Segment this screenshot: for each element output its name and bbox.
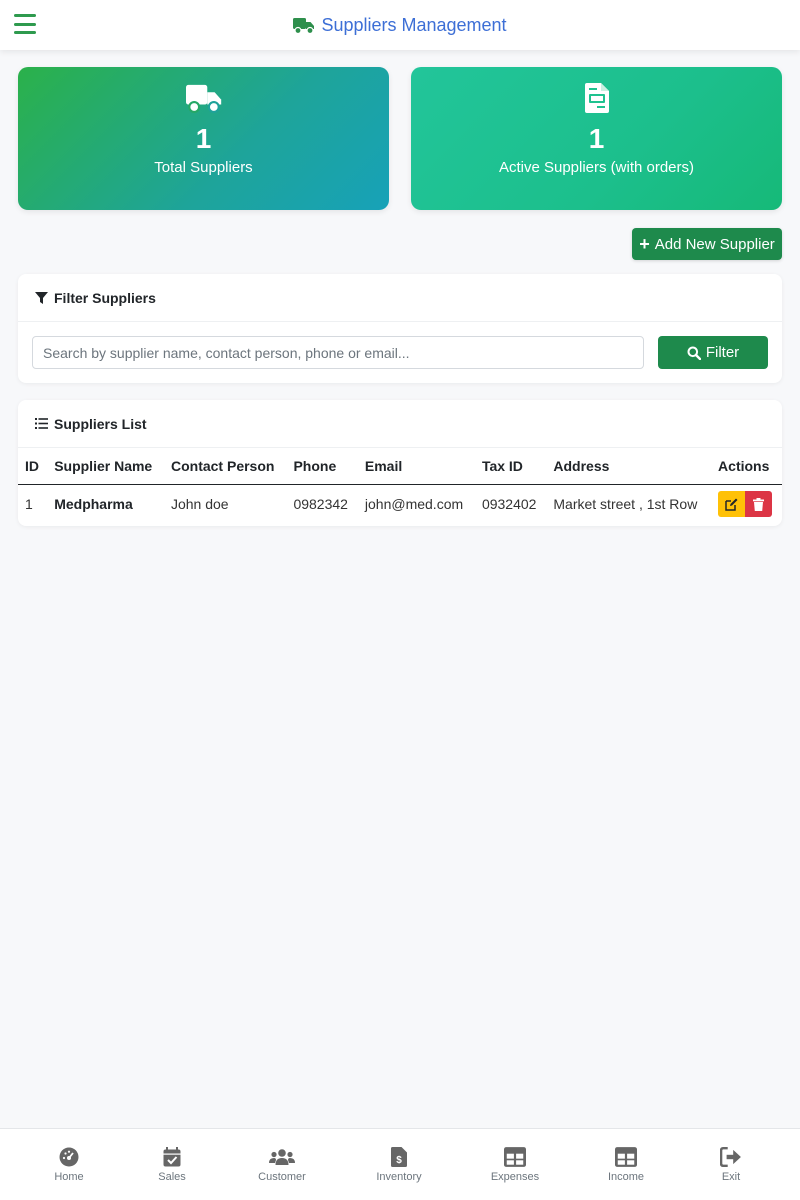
edit-icon [725, 498, 738, 511]
nav-item-sales[interactable]: Sales [132, 1129, 212, 1200]
cell-actions [711, 484, 782, 524]
search-input[interactable] [32, 336, 644, 369]
nav-label-home: Home [54, 1171, 84, 1183]
search-icon [687, 346, 701, 360]
column-header-address: Address [546, 448, 712, 485]
cell-phone: 0982342 [293, 496, 348, 513]
total-suppliers-label: Total Suppliers [154, 159, 253, 176]
active-suppliers-label: Active Suppliers (with orders) [498, 159, 695, 176]
filter-button[interactable]: Filter [658, 336, 768, 369]
add-supplier-label: Add New Supplier [654, 235, 775, 253]
nav-label-expenses: Expenses [490, 1171, 540, 1183]
file-invoice-icon [584, 83, 609, 113]
list-icon [35, 418, 48, 429]
column-header-actions: Actions [711, 448, 782, 485]
truck-icon [293, 18, 315, 34]
cell-supplier-name: Medpharma [54, 496, 133, 513]
column-header-id: ID [18, 448, 48, 485]
active-suppliers-value: 1 [588, 123, 605, 154]
column-header-contact-person: Contact Person [163, 448, 287, 485]
cell-address: Market street , 1st Row [553, 496, 698, 513]
bottom-nav: Home Sales Customer $ Inventory Expenses… [0, 1128, 800, 1200]
cell-email: john@med.com [364, 496, 464, 513]
suppliers-table: ID Supplier Name Contact Person Phone Em… [18, 448, 782, 524]
svg-text:$: $ [396, 1155, 402, 1166]
filter-panel-header: Filter Suppliers [18, 274, 782, 322]
truck-icon [185, 84, 221, 113]
page-title-text: Suppliers Management [321, 14, 507, 35]
table-header-row: ID Supplier Name Contact Person Phone Em… [18, 448, 782, 485]
calendar-check-icon [163, 1147, 181, 1167]
hamburger-icon[interactable] [14, 14, 36, 34]
users-icon [269, 1149, 295, 1165]
table-icon [615, 1147, 637, 1167]
nav-item-exit[interactable]: Exit [691, 1129, 771, 1200]
total-suppliers-value: 1 [195, 123, 212, 154]
funnel-icon [35, 291, 48, 304]
nav-label-sales: Sales [158, 1171, 186, 1183]
top-bar: Suppliers Management [0, 0, 800, 50]
total-suppliers-card: 1 Total Suppliers [18, 67, 389, 210]
add-supplier-button[interactable]: + Add New Supplier [632, 228, 782, 260]
table-icon [504, 1147, 526, 1167]
table-row: 1 Medpharma John doe 0982342 john@med.co… [18, 484, 782, 524]
nav-item-inventory[interactable]: $ Inventory [359, 1129, 439, 1200]
column-header-email: Email [357, 448, 475, 485]
suppliers-list-header: Suppliers List [18, 400, 782, 448]
column-header-tax-id: Tax ID [474, 448, 547, 485]
nav-label-customer: Customer [258, 1171, 306, 1183]
filter-panel: Filter Suppliers Filter [18, 274, 782, 383]
nav-label-inventory: Inventory [376, 1171, 422, 1183]
nav-label-exit: Exit [721, 1171, 741, 1183]
suppliers-list-title: Suppliers List [54, 415, 147, 432]
cell-id: 1 [25, 496, 33, 513]
delete-button[interactable] [745, 491, 773, 518]
cell-tax-id: 0932402 [481, 496, 537, 513]
edit-button[interactable] [718, 491, 746, 518]
plus-icon: + [639, 234, 650, 254]
suppliers-list-panel: Suppliers List ID Supplier Name Contact … [18, 400, 782, 526]
nav-label-income: Income [607, 1171, 645, 1183]
cell-contact-person: John doe [170, 496, 229, 513]
nav-item-customer[interactable]: Customer [242, 1129, 322, 1200]
filter-button-label: Filter [705, 344, 740, 361]
nav-item-expenses[interactable]: Expenses [475, 1129, 555, 1200]
nav-item-income[interactable]: Income [586, 1129, 666, 1200]
active-suppliers-card: 1 Active Suppliers (with orders) [411, 67, 782, 210]
sign-out-icon [720, 1147, 741, 1167]
column-header-supplier-name: Supplier Name [47, 448, 164, 485]
filter-panel-title: Filter Suppliers [54, 289, 156, 306]
column-header-phone: Phone [286, 448, 358, 485]
dashboard-gauge-icon [59, 1147, 79, 1167]
trash-icon [753, 497, 765, 511]
page-title: Suppliers Management [293, 14, 507, 36]
file-invoice-dollar-icon: $ [391, 1147, 407, 1167]
nav-item-home[interactable]: Home [29, 1129, 109, 1200]
